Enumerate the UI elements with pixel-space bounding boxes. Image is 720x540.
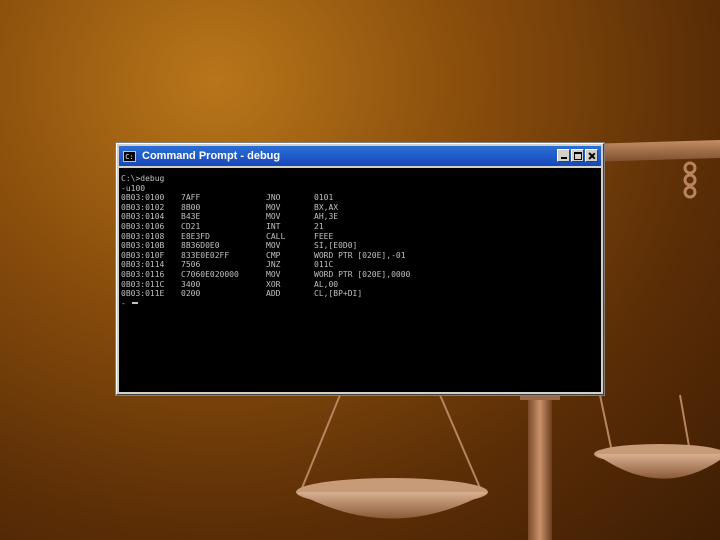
disasm-row: 0B03:011C 3400 XOR AL,00 [121, 279, 338, 290]
machine-code: C7060E020000 [181, 269, 239, 279]
opcode: MOV [266, 202, 281, 212]
opcode: CALL [266, 231, 286, 241]
address: 0B03:010B [121, 241, 165, 251]
operands: CL,[BP+DI] [314, 289, 363, 299]
console-app-icon[interactable]: C: [123, 150, 136, 162]
disasm-row: 0B03:011E 0200 ADD CL,[BP+DI] [121, 289, 362, 299]
opcode: MOV [266, 241, 281, 251]
command-prompt-window[interactable]: C: Command Prompt - debug C:\>debug -u10… [116, 143, 604, 395]
operands: WORD PTR [020E],-01 [314, 250, 406, 260]
operands: 011C [314, 260, 334, 270]
address: 0B03:0114 [121, 260, 165, 270]
title-bar[interactable]: C: Command Prompt - debug [119, 146, 601, 166]
operands: AL,00 [314, 279, 339, 289]
machine-code: E8E3FD [181, 231, 210, 241]
operands: 21 [314, 221, 324, 231]
opcode: JNO [266, 193, 281, 203]
machine-code: B43E [181, 212, 201, 222]
disasm-row: 0B03:010F 833E0E02FF CMP WORD PTR [020E]… [121, 250, 406, 261]
operands: 0101 [314, 193, 334, 203]
opcode: CMP [266, 250, 281, 260]
disasm-row: 0B03:0106 CD21 INT 21 [121, 221, 324, 232]
console-output[interactable]: C:\>debug -u100 0B03:0100 7AFF JNO 0101 … [119, 168, 601, 392]
disasm-row: 0B03:0108 E8E3FD CALL FEEE [121, 231, 333, 242]
disasm-row: 0B03:0114 7506 JNZ 011C [121, 260, 333, 270]
opcode: ADD [266, 289, 281, 299]
machine-code: 8B00 [181, 202, 201, 212]
console-text: C:\>debug -u100 0B03:0100 7AFF JNO 0101 … [121, 174, 410, 308]
machine-code: 3400 [181, 279, 201, 289]
window-controls [557, 149, 598, 162]
disasm-row: 0B03:0102 8B00 MOV BX,AX [121, 202, 338, 213]
disasm-row: 0B03:0100 7AFF JNO 0101 [121, 193, 333, 203]
minimize-button[interactable] [557, 149, 570, 162]
address: 0B03:0116 [121, 269, 165, 279]
address: 0B03:010F [121, 250, 165, 260]
operands: SI,[E0D0] [314, 241, 358, 251]
opcode: MOV [266, 269, 281, 279]
maximize-button[interactable] [571, 149, 584, 162]
close-button[interactable] [585, 149, 598, 162]
address: 0B03:011C [121, 279, 165, 289]
operands: WORD PTR [020E],0000 [314, 269, 411, 279]
address: 0B03:011E [121, 289, 165, 299]
opcode: MOV [266, 212, 281, 222]
opcode: JNZ [266, 260, 281, 270]
operands: FEEE [314, 231, 334, 241]
machine-code: 8B36D0E0 [181, 241, 220, 251]
machine-code: 7AFF [181, 193, 201, 203]
address: 0B03:0104 [121, 212, 165, 222]
address: 0B03:0102 [121, 202, 165, 212]
opcode: INT [266, 221, 281, 231]
disasm-row: 0B03:010B 8B36D0E0 MOV SI,[E0D0] [121, 241, 357, 251]
operands: BX,AX [314, 202, 339, 212]
machine-code: CD21 [181, 221, 201, 231]
prompt-line: C:\>debug [121, 174, 165, 183]
command-line: -u100 [121, 183, 146, 193]
disasm-row: 0B03:0104 B43E MOV AH,3E [121, 212, 338, 222]
opcode: XOR [266, 279, 281, 289]
address: 0B03:0108 [121, 231, 165, 241]
operands: AH,3E [314, 212, 339, 222]
machine-code: 0200 [181, 289, 201, 299]
machine-code: 7506 [181, 260, 201, 270]
window-title: Command Prompt - debug [142, 150, 281, 162]
disasm-row: 0B03:0116 C7060E020000 MOV WORD PTR [020… [121, 269, 410, 280]
address: 0B03:0106 [121, 221, 165, 231]
address: 0B03:0100 [121, 193, 165, 203]
machine-code: 833E0E02FF [181, 250, 230, 260]
